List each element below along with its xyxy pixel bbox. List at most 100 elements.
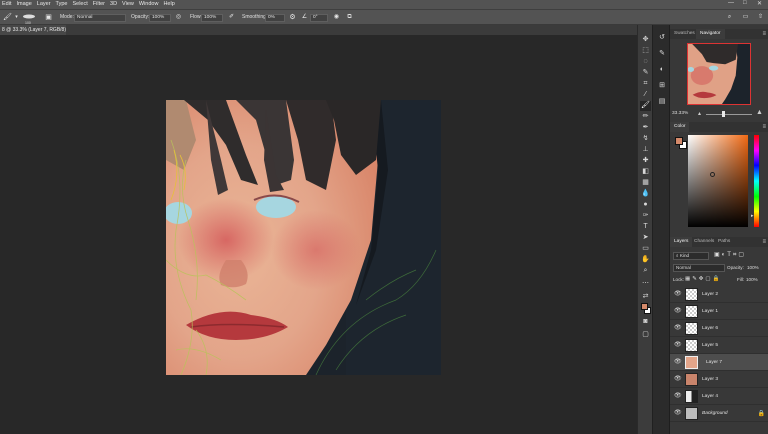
hue-slider[interactable] <box>754 135 759 227</box>
eraser-tool-icon[interactable]: ◧ <box>640 167 651 177</box>
visibility-eye-icon[interactable]: 👁 <box>674 308 682 314</box>
move-tool-icon[interactable]: ✥ <box>640 35 651 45</box>
layer-filter-kind[interactable]: ⌕ Kind <box>673 252 709 260</box>
airbrush-icon[interactable]: ✐ <box>227 13 236 22</box>
swap-colors-icon[interactable]: ⇄ <box>640 292 651 302</box>
eyedropper-tool-icon[interactable]: ⁄ <box>640 90 651 100</box>
history-panel-icon[interactable]: ↺ <box>657 33 667 43</box>
quick-mask-icon[interactable]: ◙ <box>640 317 651 327</box>
gradient-tool-icon[interactable]: ▦ <box>640 178 651 188</box>
tab-swatches[interactable]: Swatches <box>670 29 699 39</box>
properties-panel-icon[interactable]: ⊞ <box>657 81 667 91</box>
zoom-slider-handle[interactable] <box>722 111 725 117</box>
smoothing-input[interactable]: 0% <box>265 13 285 22</box>
zoom-tool-icon[interactable]: ⌕ <box>640 266 651 276</box>
zoom-in-icon[interactable]: ▲ <box>756 109 763 116</box>
color-foreground-swatch[interactable] <box>675 137 683 145</box>
marquee-tool-icon[interactable]: ⬚ <box>640 46 651 56</box>
visibility-eye-icon[interactable]: 👁 <box>674 325 682 331</box>
pressure-opacity-icon[interactable]: ◎ <box>174 13 183 22</box>
quick-select-tool-icon[interactable]: ✎ <box>640 68 651 78</box>
type-tool-icon[interactable]: T <box>640 222 651 232</box>
layer-name[interactable]: Layer 5 <box>702 337 718 354</box>
document-tab[interactable]: 8 @ 33.3% (Layer 7, RGB/8) *× <box>0 25 66 43</box>
menu-window[interactable]: Window <box>137 0 162 9</box>
layer-name[interactable]: Layer 7 <box>706 354 722 371</box>
visibility-eye-icon[interactable]: 👁 <box>674 359 682 365</box>
path-select-tool-icon[interactable]: ➤ <box>640 233 651 243</box>
menu-help[interactable]: Help <box>161 0 177 9</box>
angle-input[interactable]: 0° <box>310 13 328 22</box>
blur-tool-icon[interactable]: 💧 <box>640 189 651 199</box>
menu-select[interactable]: Select <box>70 0 90 9</box>
navigator-zoom-value[interactable]: 33.33% <box>672 111 688 116</box>
layer-name[interactable]: Layer 2 <box>702 286 718 303</box>
zoom-slider-track[interactable] <box>706 114 752 115</box>
hue-slider-marker[interactable]: ▸ <box>751 213 754 219</box>
workspace-icon[interactable]: ▭ <box>741 13 750 22</box>
symmetry-icon[interactable]: ⧉ <box>345 13 354 22</box>
dodge-tool-icon[interactable]: ● <box>640 200 651 210</box>
minimize-button[interactable]: — <box>728 0 734 6</box>
brush-tool-icon[interactable]: 🖌 <box>3 13 12 22</box>
navigator-menu-icon[interactable]: ≡ <box>762 29 766 39</box>
crop-tool-icon[interactable]: ⌗ <box>640 79 651 89</box>
shape-tool-icon[interactable]: ▭ <box>640 244 651 254</box>
tab-navigator[interactable]: Navigator <box>696 29 725 39</box>
layer-row[interactable]: 👁 Layer 4 <box>670 388 768 405</box>
tab-color[interactable]: Color <box>670 122 690 132</box>
menu-image[interactable]: Image <box>14 0 34 9</box>
clone-stamp-tool-icon[interactable]: ⊥ <box>640 145 651 155</box>
blend-mode-dropdown[interactable]: Normal <box>673 264 725 272</box>
layer-filter-icons[interactable]: ▣◐T⌗▢ <box>714 251 746 259</box>
brush-settings-panel-icon[interactable]: ✎ <box>657 49 667 59</box>
layer-name[interactable]: Layer 4 <box>702 388 718 405</box>
pressure-size-icon[interactable]: ◉ <box>332 13 341 22</box>
mixer-brush-tool-icon[interactable]: ✒ <box>640 123 651 133</box>
more-tools-icon[interactable]: ⋯ <box>640 279 651 289</box>
painting-canvas[interactable] <box>166 100 441 375</box>
menu-type[interactable]: Type <box>54 0 71 9</box>
pencil-tool-icon[interactable]: ✏ <box>640 112 651 122</box>
close-window-button[interactable]: ✕ <box>757 0 762 7</box>
opacity-input[interactable]: 100% <box>149 13 171 22</box>
tool-preset-chevron-icon[interactable]: ▾ <box>12 13 21 22</box>
smoothing-settings-gear-icon[interactable]: ⚙ <box>288 13 297 22</box>
search-icon[interactable]: ⌕ <box>725 13 734 22</box>
zoom-out-icon[interactable]: ▴ <box>698 110 701 117</box>
brush-settings-icon[interactable]: ▣ <box>44 13 53 22</box>
layer-name[interactable]: Layer 3 <box>702 371 718 388</box>
healing-tool-icon[interactable]: ✚ <box>640 156 651 166</box>
lock-icon[interactable]: 🔒 <box>758 410 765 417</box>
libraries-panel-icon[interactable]: ▤ <box>657 97 667 107</box>
menu-view[interactable]: View <box>120 0 137 9</box>
brush-tool-active-icon[interactable]: 🖌 <box>640 101 651 111</box>
color-menu-icon[interactable]: ≡ <box>762 122 766 132</box>
adjustments-panel-icon[interactable]: ◐ <box>657 65 667 75</box>
share-icon[interactable]: ⇧ <box>756 13 765 22</box>
visibility-eye-icon[interactable]: 👁 <box>674 410 682 416</box>
layers-menu-icon[interactable]: ≡ <box>762 237 766 247</box>
foreground-color-swatch[interactable] <box>641 303 648 310</box>
visibility-eye-icon[interactable]: 👁 <box>674 291 682 297</box>
layer-row[interactable]: 👁 Background 🔒 <box>670 405 768 422</box>
maximize-button[interactable]: □ <box>743 0 747 6</box>
layer-name[interactable]: Background <box>702 405 728 422</box>
layer-name[interactable]: Layer 6 <box>702 320 718 337</box>
hand-tool-icon[interactable]: ✋ <box>640 255 651 265</box>
lasso-tool-icon[interactable]: ◌ <box>640 57 651 67</box>
visibility-eye-icon[interactable]: 👁 <box>674 376 682 382</box>
visibility-eye-icon[interactable]: 👁 <box>674 342 682 348</box>
menu-edit[interactable]: Edit <box>0 0 14 9</box>
layer-row[interactable]: 👁 Layer 3 <box>670 371 768 388</box>
navigator-preview[interactable] <box>687 43 751 105</box>
lock-icons[interactable]: ▦✎✥▢🔒 <box>685 276 721 282</box>
menu-filter[interactable]: Filter <box>91 0 108 9</box>
flow-input[interactable]: 100% <box>201 13 223 22</box>
fill-value[interactable]: 100% <box>746 277 758 282</box>
layer-row[interactable]: 👁 Layer 6 <box>670 320 768 337</box>
layer-row-selected[interactable]: 👁 Layer 7 <box>670 354 768 371</box>
pen-tool-icon[interactable]: ✑ <box>640 211 651 221</box>
tab-paths[interactable]: Paths <box>714 237 734 247</box>
visibility-eye-icon[interactable]: 👁 <box>674 393 682 399</box>
